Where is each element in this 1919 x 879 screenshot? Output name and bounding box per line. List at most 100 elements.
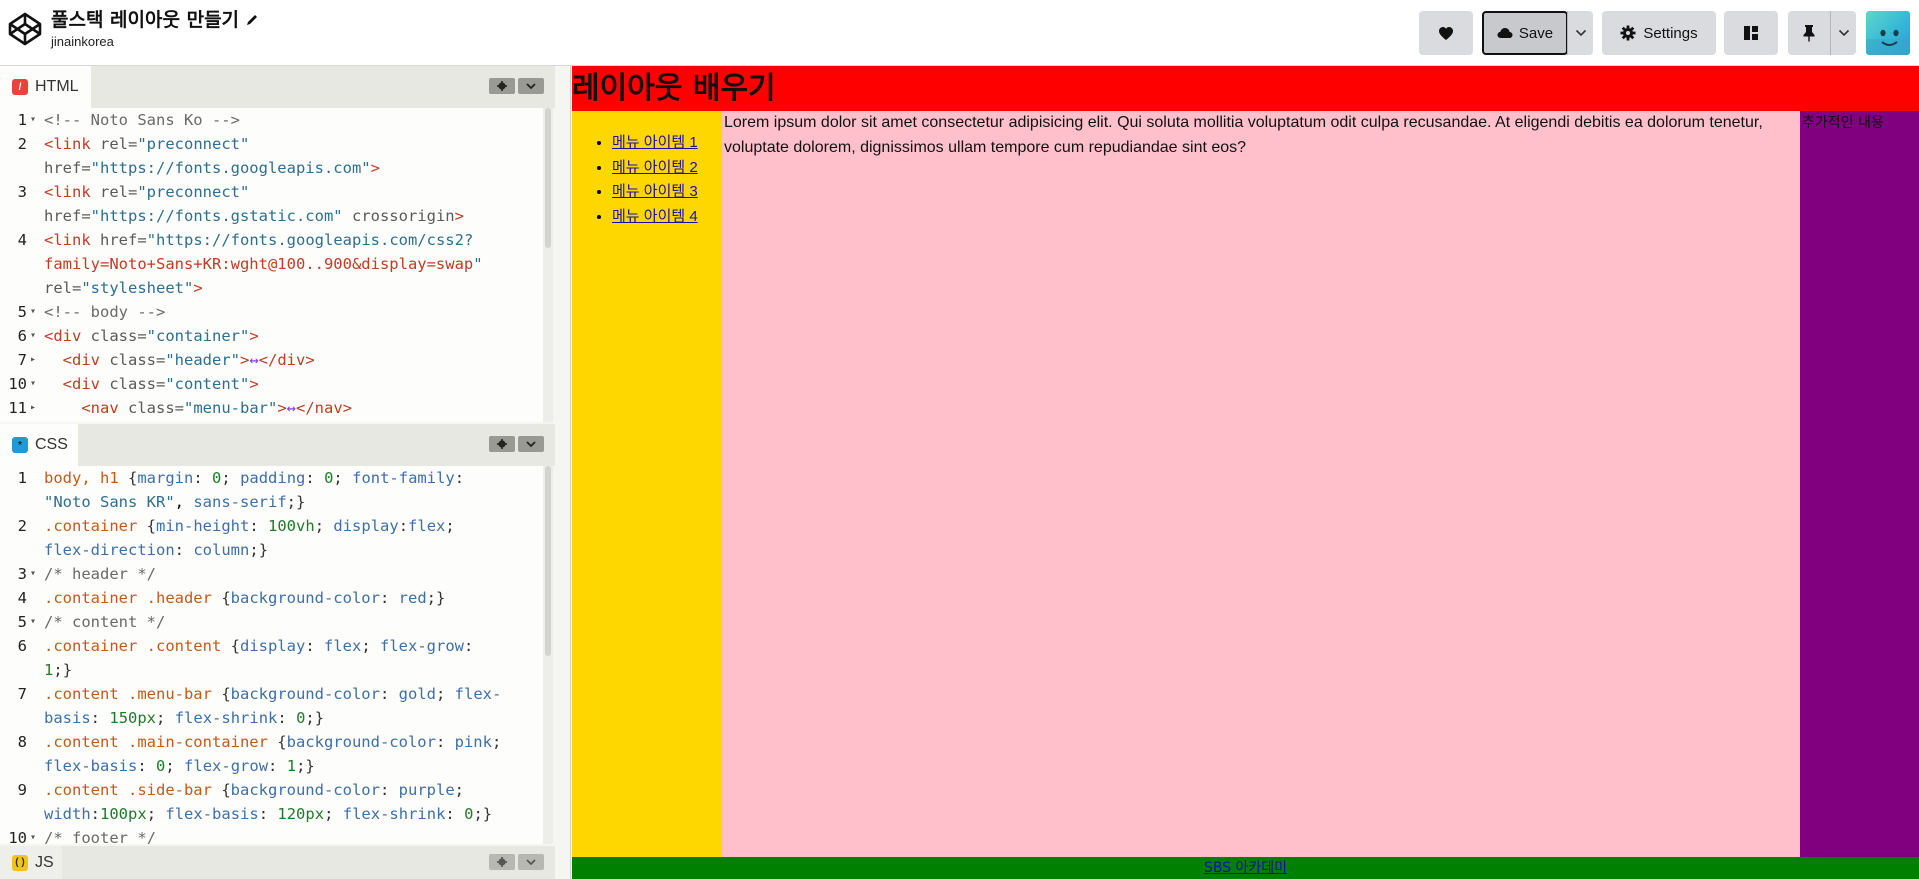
code-text: .content .main-container {background-col… <box>44 733 502 751</box>
js-settings-button[interactable] <box>489 854 515 870</box>
tab-css-label: CSS <box>35 436 68 453</box>
line-number: 7 <box>17 685 27 703</box>
fold-toggle-icon[interactable]: ▾ <box>30 108 36 132</box>
preview-side-bar: 추가적인 내용 <box>1800 111 1919 857</box>
css-code-line[interactable]: 6 .container .content {display: flex; fle… <box>0 634 553 658</box>
html-code-line[interactable]: 11 ▸ <nav class="menu-bar">↔</nav> <box>0 396 553 420</box>
html-code-line[interactable]: 7 ▸ <div class="header">↔</div> <box>0 348 553 372</box>
html-settings-button[interactable] <box>489 78 515 94</box>
code-text: .container .header {background-color: re… <box>44 589 446 607</box>
html-code-line[interactable]: 10 ▾ <div class="content"> <box>0 372 553 396</box>
preview-menu-link-4[interactable]: 메뉴 아이템 4 <box>612 208 698 225</box>
css-code-line[interactable]: width:100px; flex-basis: 120px; flex-shr… <box>0 802 553 826</box>
tab-css[interactable]: * CSS <box>0 424 78 466</box>
fold-toggle-icon[interactable]: ▸ <box>30 348 36 372</box>
html-code-line[interactable]: 2 <link rel="preconnect" <box>0 132 553 156</box>
css-code-line[interactable]: basis: 150px; flex-shrink: 0;} <box>0 706 553 730</box>
css-code-line[interactable]: 1;} <box>0 658 553 682</box>
fold-toggle-icon[interactable]: ▸ <box>30 396 36 420</box>
preview-menu-bar: 메뉴 아이템 1 메뉴 아이템 2 메뉴 아이템 3 메뉴 아이템 4 <box>572 111 722 857</box>
css-code-line[interactable]: 4 .container .header {background-color: r… <box>0 586 553 610</box>
html-code-editor[interactable]: 1 ▾ <!-- Noto Sans Ko --> 2 <link rel="preco… <box>0 108 553 422</box>
html-code-line[interactable]: 3 <link rel="preconnect" <box>0 180 553 204</box>
change-view-button[interactable] <box>1724 11 1778 55</box>
preview-menu-link-3[interactable]: 메뉴 아이템 3 <box>612 183 698 200</box>
line-number: 10 <box>8 829 27 844</box>
owner-name[interactable]: jinainkorea <box>51 34 259 49</box>
css-code-line[interactable]: flex-direction: column;} <box>0 538 553 562</box>
code-text: <link rel="preconnect" <box>44 183 250 201</box>
pencil-icon[interactable] <box>245 13 259 27</box>
preview-menu-item: 메뉴 아이템 2 <box>612 156 722 181</box>
layout-icon <box>1744 26 1758 40</box>
gear-icon <box>497 857 507 867</box>
fold-toggle-icon[interactable]: ▾ <box>30 610 36 634</box>
user-avatar[interactable] <box>1866 11 1910 55</box>
css-code-line[interactable]: flex-basis: 0; flex-grow: 1;} <box>0 754 553 778</box>
tab-html[interactable]: / HTML <box>0 66 91 108</box>
fold-toggle-icon[interactable]: ▾ <box>30 372 36 396</box>
settings-button[interactable]: Settings <box>1602 11 1716 55</box>
fold-toggle-icon[interactable]: ▾ <box>30 562 36 586</box>
html-code-line[interactable]: href="https://fonts.gstatic.com" crossor… <box>0 204 553 228</box>
preview-menu-link-1[interactable]: 메뉴 아이템 1 <box>612 134 698 151</box>
css-code-line[interactable]: 1 body, h1 {margin: 0; padding: 0; font-f… <box>0 466 553 490</box>
line-number: 10 <box>8 375 27 393</box>
code-text: href="https://fonts.googleapis.com"> <box>44 159 380 177</box>
line-number: 11 <box>8 399 27 417</box>
css-code-line[interactable]: 10 ▾ /* footer */ <box>0 826 553 844</box>
line-number: 7 <box>17 351 27 369</box>
css-scrollbar-thumb[interactable] <box>545 466 551 656</box>
js-collapse-button[interactable] <box>518 854 544 870</box>
css-code-line[interactable]: 7 .content .menu-bar {background-color: g… <box>0 682 553 706</box>
css-code-editor[interactable]: 1 body, h1 {margin: 0; padding: 0; font-f… <box>0 466 553 844</box>
pen-title-text[interactable]: 풀스택 레이아웃 만들기 <box>51 8 239 32</box>
pin-button[interactable] <box>1788 11 1830 55</box>
preview-main-text: Lorem ipsum dolor sit amet consectetur a… <box>724 114 1763 156</box>
html-code-line[interactable]: rel="stylesheet"> <box>0 276 553 300</box>
html-code-line[interactable]: family=Noto+Sans+KR:wght@100..900&displa… <box>0 252 553 276</box>
html-collapse-button[interactable] <box>518 78 544 94</box>
save-button[interactable]: Save <box>1482 11 1568 55</box>
chevron-down-icon <box>1575 29 1586 37</box>
codepen-logo-icon[interactable] <box>7 11 43 47</box>
chevron-down-icon <box>1838 29 1849 37</box>
css-code-line[interactable]: "Noto Sans KR", sans-serif;} <box>0 490 553 514</box>
css-code-line[interactable]: 5 ▾ /* content */ <box>0 610 553 634</box>
pin-options-button[interactable] <box>1830 11 1856 55</box>
code-text: body, h1 {margin: 0; padding: 0; font-fa… <box>44 469 465 487</box>
heart-icon <box>1439 26 1453 40</box>
css-code-line[interactable]: 9 .content .side-bar {background-color: p… <box>0 778 553 802</box>
line-number: 3 <box>17 565 27 583</box>
html-code-line[interactable]: 4 <link href="https://fonts.googleapis.co… <box>0 228 553 252</box>
css-asterisk-icon: * <box>12 437 28 453</box>
fold-toggle-icon[interactable]: ▾ <box>30 324 36 348</box>
css-code-line[interactable]: 8 .content .main-container {background-co… <box>0 730 553 754</box>
preview-footer-link[interactable]: SBS 아카데미 <box>1204 860 1287 876</box>
code-text: <!-- body --> <box>44 303 166 321</box>
html-code-line[interactable]: 1 ▾ <!-- Noto Sans Ko --> <box>0 108 553 132</box>
css-collapse-button[interactable] <box>518 436 544 452</box>
html-code-line[interactable]: 5 ▾ <!-- body --> <box>0 300 553 324</box>
love-button[interactable] <box>1419 11 1473 55</box>
line-number: 5 <box>17 613 27 631</box>
line-number: 1 <box>17 111 27 129</box>
tab-js-label: JS <box>35 853 54 871</box>
css-code-line[interactable]: 2 .container {min-height: 100vh; display:… <box>0 514 553 538</box>
css-code-line[interactable]: 3 ▾ /* header */ <box>0 562 553 586</box>
html-code-line[interactable]: href="https://fonts.googleapis.com"> <box>0 156 553 180</box>
save-options-button[interactable] <box>1567 11 1593 55</box>
tab-js[interactable]: ( ) JS <box>0 846 62 879</box>
css-settings-button[interactable] <box>489 436 515 452</box>
line-number: 9 <box>17 781 27 799</box>
fold-toggle-icon[interactable]: ▾ <box>30 300 36 324</box>
css-scrollbar[interactable] <box>543 466 553 844</box>
html-code-line[interactable]: 6 ▾ <div class="container"> <box>0 324 553 348</box>
html-scrollbar[interactable] <box>543 108 553 422</box>
fold-toggle-icon[interactable]: ▾ <box>30 826 36 844</box>
pen-title[interactable]: 풀스택 레이아웃 만들기 <box>51 8 259 32</box>
preview-menu-link-2[interactable]: 메뉴 아이템 2 <box>612 159 698 176</box>
gear-icon <box>497 81 507 91</box>
line-number: 8 <box>17 733 27 751</box>
html-scrollbar-thumb[interactable] <box>545 108 551 248</box>
